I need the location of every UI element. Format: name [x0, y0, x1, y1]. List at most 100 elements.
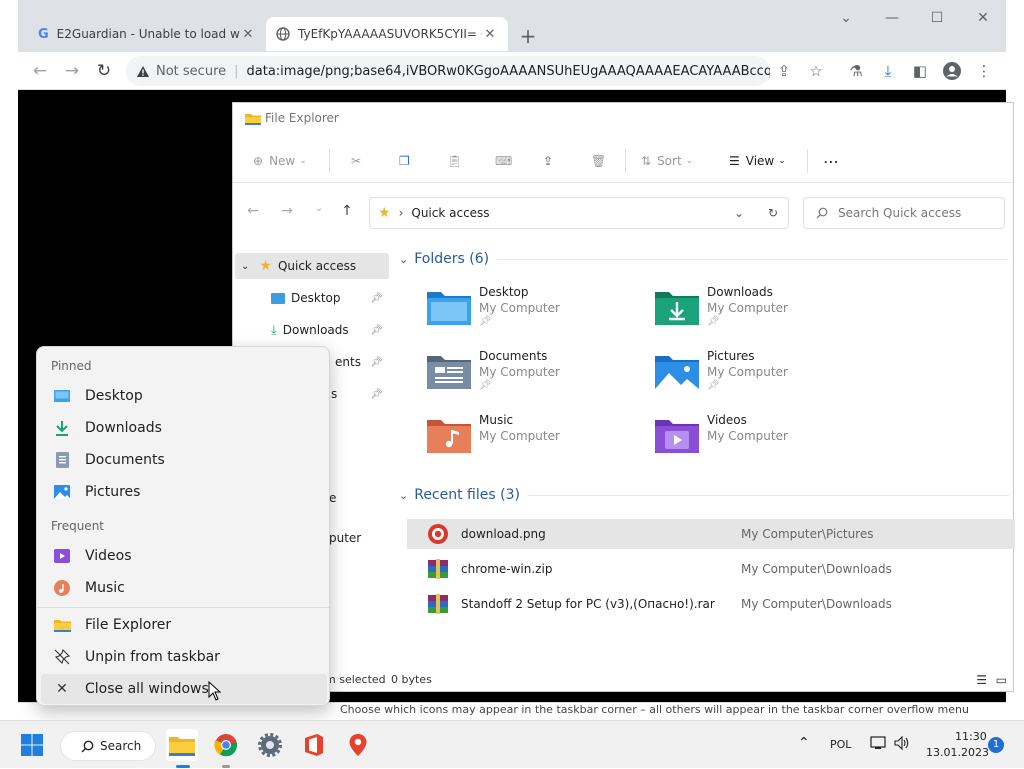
input-language[interactable]: POL	[830, 738, 851, 751]
nav-label: puter	[329, 531, 362, 545]
share-icon[interactable]: ⇪	[543, 151, 553, 171]
more-menu-icon[interactable]: ⋮	[973, 60, 995, 82]
browser-tab-active[interactable]: TyEfKpYAAAAASUVORK5CYII= (2 ✕	[266, 17, 508, 51]
address-dropdown-icon[interactable]: ⌄	[734, 206, 744, 220]
details-view-icon[interactable]: ☰	[976, 673, 987, 687]
recent-file-row[interactable]: chrome-win.zip My Computer\Downloads	[407, 554, 1015, 584]
recent-files-group-header[interactable]: ⌄ Recent files (3)	[399, 487, 1009, 503]
jumplist-item-file-explorer[interactable]: File Explorer	[41, 610, 327, 640]
recent-file-row[interactable]: Standoff 2 Setup for PC (v3),(Опасно!).r…	[407, 589, 1015, 619]
forward-arrow-icon[interactable]: →	[279, 203, 295, 219]
jumplist-label: Desktop	[85, 388, 143, 404]
pinned-section-header: Pinned	[51, 359, 92, 373]
notification-badge[interactable]: 1	[988, 737, 1004, 753]
nav-label: Desktop	[291, 291, 341, 305]
tab-search-chevron-icon[interactable]: ⌄	[836, 10, 856, 26]
folders-group-header[interactable]: ⌄ Folders (6)	[399, 251, 1009, 267]
paste-icon[interactable]: 📋︎	[447, 151, 462, 171]
jumplist-label: File Explorer	[85, 617, 172, 633]
folder-music[interactable]: Music My Computer	[427, 413, 647, 473]
search-placeholder: Search Quick access	[838, 206, 962, 220]
view-button[interactable]: ☰ View ⌄	[729, 151, 786, 171]
file-name: chrome-win.zip	[461, 562, 553, 576]
folder-location: My Computer	[707, 301, 788, 315]
show-hidden-icons-chevron-icon[interactable]: ⌃	[798, 735, 810, 751]
jumplist-item-pictures[interactable]: Pictures	[41, 477, 327, 507]
nav-label: ents	[335, 355, 361, 369]
jumplist-item-close-all[interactable]: ✕ Close all windows	[41, 674, 327, 704]
nav-item-quick-access[interactable]: ⌄ ★ Quick access	[235, 253, 389, 279]
sort-button[interactable]: ⇅ Sort ⌄	[641, 151, 693, 171]
folder-name: Desktop	[479, 285, 529, 299]
explorer-search-box[interactable]: Search Quick access	[803, 197, 1005, 229]
pin-icon: 📌︎	[479, 380, 492, 391]
pin-icon: 📌︎	[707, 316, 720, 327]
group-title: Folders (6)	[414, 251, 490, 267]
address-bar[interactable]: Not secure | data:image/png;base64,iVBOR…	[126, 56, 770, 86]
command-bar: ⊕ New ⌄ ✂ ❐ 📋︎ ⌨ ⇪ 🗑︎ ⇅ Sort ⌄ ☰ View ⌄ …	[233, 139, 1013, 183]
profile-avatar-icon[interactable]	[941, 60, 963, 82]
cut-icon[interactable]: ✂	[351, 151, 361, 171]
clock-time[interactable]: 11:30	[955, 730, 987, 743]
group-title: Recent files (3)	[414, 487, 520, 503]
share-icon[interactable]: ⇪	[773, 60, 795, 82]
tab-title: E2Guardian - Unable to load web	[56, 27, 240, 41]
side-panel-icon[interactable]: ◧	[909, 60, 931, 82]
more-options-icon[interactable]: ⋯	[823, 151, 839, 171]
tab-close-icon[interactable]: ✕	[482, 27, 498, 42]
divider	[329, 149, 330, 173]
status-bar: m selected 0 bytes ☰ ▭	[233, 673, 1013, 691]
copy-icon[interactable]: ❐	[399, 151, 410, 171]
tiles-view-icon[interactable]: ▭	[996, 673, 1007, 687]
folder-pictures[interactable]: Pictures My Computer 📌︎	[655, 349, 875, 409]
back-arrow-icon[interactable]: ←	[245, 203, 261, 219]
refresh-icon[interactable]: ↻	[768, 206, 778, 220]
back-arrow-icon[interactable]: ←	[30, 61, 50, 81]
recent-locations-chevron-icon[interactable]: ⌄	[311, 203, 327, 214]
folder-location: My Computer	[707, 365, 788, 379]
star-icon: ★	[378, 205, 391, 221]
system-tray: ⌃ POL 11:30 13.01.2023 1	[0, 721, 1024, 769]
jumplist-item-videos[interactable]: Videos	[41, 541, 327, 571]
bookmark-star-icon[interactable]: ☆	[805, 60, 827, 82]
folder-location: My Computer	[479, 365, 560, 379]
file-explorer-icon	[53, 616, 71, 634]
minimize-button[interactable]: —	[882, 10, 902, 26]
jumplist-item-desktop[interactable]: Desktop	[41, 381, 327, 411]
nav-item-desktop[interactable]: Desktop 📌︎	[235, 285, 389, 311]
jumplist-item-music[interactable]: Music	[41, 573, 327, 603]
png-file-icon	[427, 523, 449, 545]
volume-icon[interactable]	[894, 735, 910, 751]
jumplist-label: Videos	[85, 548, 132, 564]
recent-file-row[interactable]: download.png My Computer\Pictures	[407, 519, 1015, 549]
jumplist-item-downloads[interactable]: Downloads	[41, 413, 327, 443]
window-close-button[interactable]: ✕	[973, 10, 993, 26]
browser-tab-e2guardian[interactable]: G E2Guardian - Unable to load web ✕	[28, 17, 266, 51]
new-tab-button[interactable]: +	[518, 24, 538, 48]
forward-arrow-icon[interactable]: →	[62, 61, 82, 81]
folder-videos[interactable]: Videos My Computer	[655, 413, 875, 473]
labs-flask-icon[interactable]: ⚗	[845, 60, 867, 82]
desktop-icon	[53, 387, 71, 405]
up-arrow-icon[interactable]: ↑	[339, 203, 355, 219]
rename-icon[interactable]: ⌨	[495, 151, 512, 171]
new-button[interactable]: ⊕ New ⌄	[253, 151, 307, 171]
taskbar-jump-list: Pinned Desktop Downloads Documents Pictu…	[36, 346, 330, 706]
jumplist-item-documents[interactable]: Documents	[41, 445, 327, 475]
maximize-button[interactable]: ☐	[927, 10, 947, 26]
explorer-address-bar[interactable]: ★ › Quick access ⌄ ↻	[369, 197, 789, 229]
nav-item-downloads[interactable]: ⤓ Downloads 📌︎	[235, 317, 389, 343]
divider	[497, 258, 1009, 260]
reload-icon[interactable]: ↻	[94, 61, 114, 81]
tab-close-icon[interactable]: ✕	[240, 27, 256, 42]
folder-location: My Computer	[707, 429, 788, 443]
clock-date[interactable]: 13.01.2023	[926, 746, 989, 759]
jumplist-item-unpin[interactable]: Unpin from taskbar	[41, 642, 327, 672]
download-icon[interactable]: ⤓	[877, 60, 899, 82]
network-icon[interactable]	[870, 735, 886, 751]
folder-desktop[interactable]: Desktop My Computer 📌︎	[427, 285, 647, 345]
folder-downloads[interactable]: Downloads My Computer 📌︎	[655, 285, 875, 345]
delete-icon[interactable]: 🗑︎	[591, 151, 606, 171]
folder-documents[interactable]: Documents My Computer 📌︎	[427, 349, 647, 409]
url-text: data:image/png;base64,iVBORw0KGgoAAAANSU…	[246, 63, 770, 79]
